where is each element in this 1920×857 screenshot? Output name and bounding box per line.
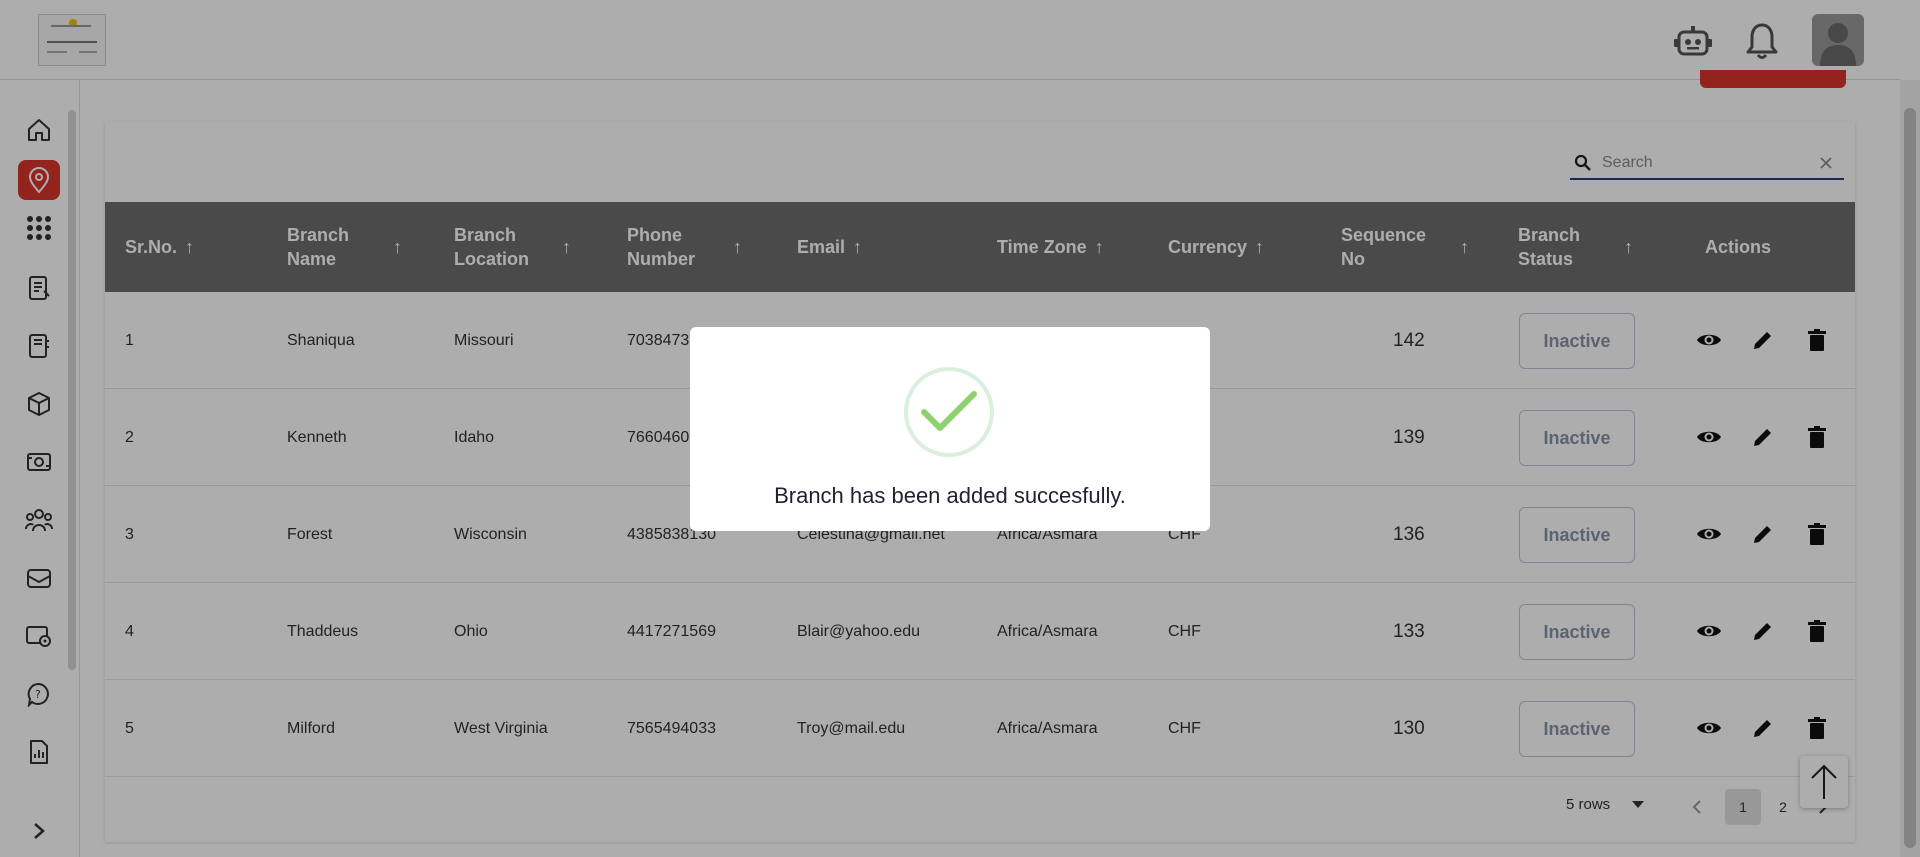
success-message: Branch has been added succesfully. <box>774 483 1126 508</box>
success-check-icon <box>904 367 994 457</box>
success-dialog: Branch has been added succesfully. <box>690 327 1210 531</box>
